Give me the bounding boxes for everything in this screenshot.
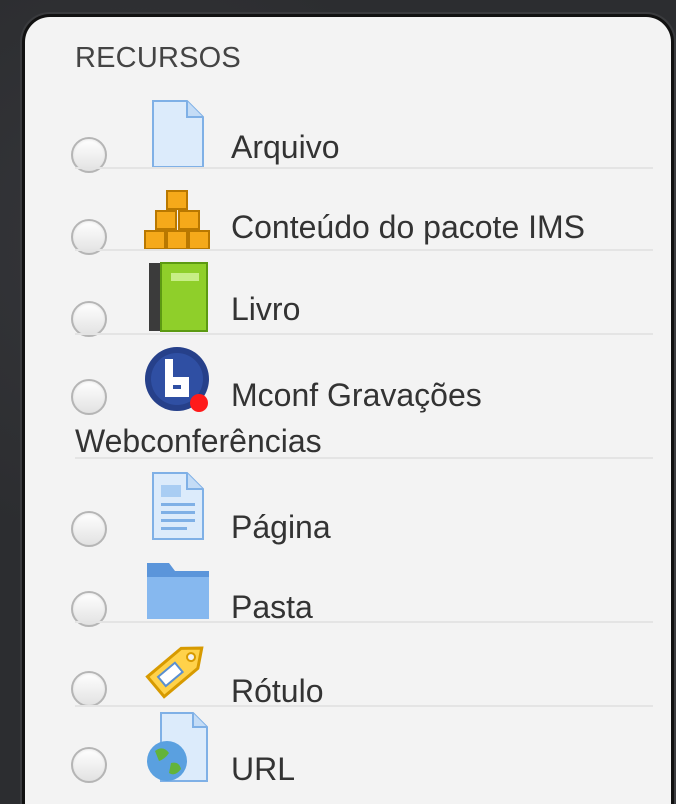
divider [75, 333, 653, 335]
divider [75, 167, 653, 169]
option-label: Livro [231, 291, 301, 327]
divider [75, 705, 653, 707]
book-icon [149, 262, 208, 332]
option-rotulo[interactable]: Rótulo [25, 627, 671, 709]
url-globe-icon [147, 712, 208, 782]
option-pagina[interactable]: Página [25, 463, 671, 547]
radio-pagina[interactable] [71, 511, 107, 547]
file-icon [152, 100, 204, 168]
option-mconf[interactable]: Mconf Gravações Webconferências [25, 339, 671, 459]
option-label: Mconf Gravações [231, 377, 482, 413]
resources-panel: RECURSOS Arquivo Conteúdo do pacote IMS [22, 14, 674, 804]
section-heading: RECURSOS [75, 42, 241, 74]
option-livro[interactable]: Livro [25, 255, 671, 337]
label-tag-icon [145, 646, 204, 699]
divider [75, 621, 653, 623]
divider [75, 457, 653, 459]
ims-package-icon [144, 190, 210, 250]
radio-livro[interactable] [71, 301, 107, 337]
radio-url[interactable] [71, 747, 107, 783]
option-label: Página [231, 509, 331, 545]
option-label: Arquivo [231, 129, 340, 165]
divider [75, 249, 653, 251]
option-ims[interactable]: Conteúdo do pacote IMS [25, 173, 671, 255]
option-pasta[interactable]: Pasta [25, 545, 671, 627]
option-label-continued: Webconferências [75, 423, 322, 459]
page-icon [152, 472, 204, 540]
option-url[interactable]: URL [25, 711, 671, 801]
option-arquivo[interactable]: Arquivo [25, 93, 671, 173]
radio-rotulo[interactable] [71, 671, 107, 707]
option-label: URL [231, 751, 296, 787]
radio-mconf[interactable] [71, 379, 107, 415]
folder-icon [147, 563, 209, 619]
option-label: Conteúdo do pacote IMS [231, 209, 586, 245]
bigbluebutton-icon [145, 347, 209, 412]
